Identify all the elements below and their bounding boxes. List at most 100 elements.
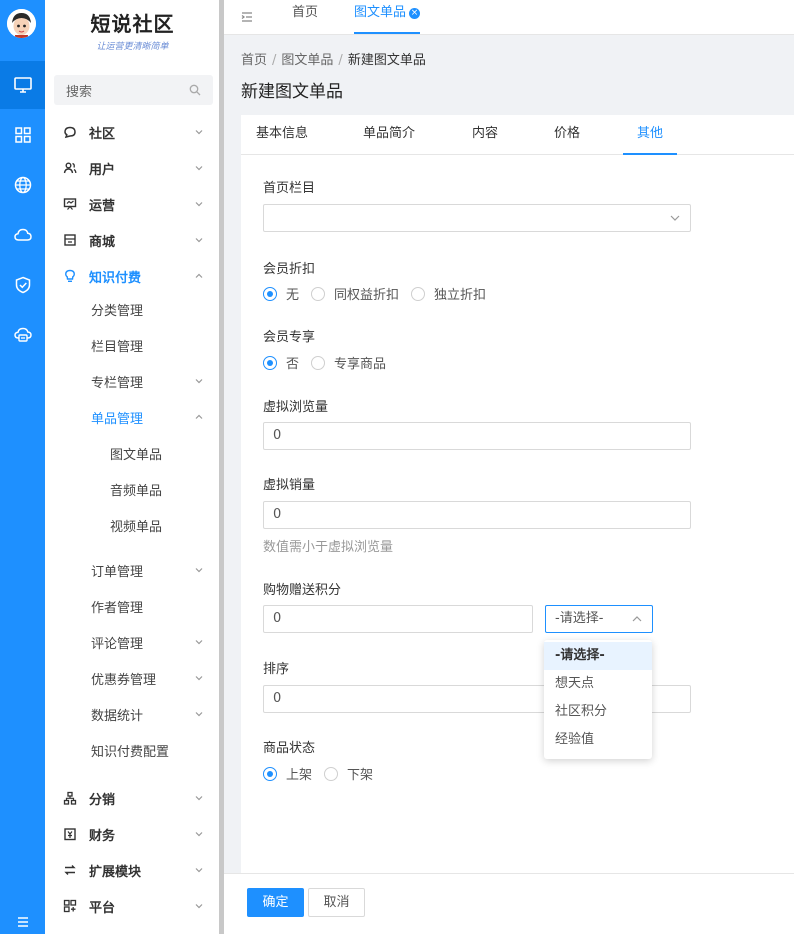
radio-option-independent-discount[interactable]: 独立折扣 — [411, 284, 486, 303]
menu-item-data-stats[interactable]: 数据统计 — [45, 696, 220, 732]
tab-price[interactable]: 价格 — [554, 115, 580, 155]
collapse-menu-icon[interactable] — [0, 910, 45, 934]
dropdown-option-placeholder[interactable]: -请选择- — [544, 642, 652, 670]
tab-bar: 首页 图文单品 × — [224, 0, 794, 35]
homepage-column-select[interactable] — [263, 204, 691, 232]
radio-label: 无 — [286, 288, 300, 303]
virtual-views-input[interactable]: 0 — [263, 422, 691, 450]
tab-content[interactable]: 内容 — [472, 115, 498, 155]
radio-checked[interactable] — [263, 766, 277, 781]
menu-item-video-single[interactable]: 视频单品 — [45, 507, 220, 543]
chevron-down-icon — [195, 904, 203, 909]
virtual-sales-label: 虚拟销量 — [263, 478, 316, 493]
breadcrumb-separator: / — [272, 53, 277, 68]
menu-scrollbar[interactable] — [219, 0, 224, 934]
radio-option-none[interactable]: 无 — [263, 284, 299, 303]
lightbulb-icon — [63, 269, 77, 283]
shield-check-icon[interactable] — [0, 261, 45, 309]
tab-graphic-single[interactable]: 图文单品 × — [354, 0, 421, 34]
breadcrumb-current: 新建图文单品 — [347, 53, 426, 68]
menu-item-coupon-mgmt[interactable]: 优惠券管理 — [45, 660, 220, 696]
tab-label: 首页 — [292, 5, 319, 20]
chevron-down-icon — [195, 868, 203, 873]
radio-option-same-discount[interactable]: 同权益折扣 — [311, 284, 399, 303]
breadcrumb-graphic-single[interactable]: 图文单品 — [281, 53, 333, 68]
chevron-up-icon — [195, 273, 203, 278]
status-radio-group: 上架 下架 — [263, 764, 385, 783]
menu-item-mall[interactable]: 商城 — [45, 222, 220, 258]
menu-item-comment-mgmt[interactable]: 评论管理 — [45, 624, 220, 660]
radio-label: 否 — [286, 357, 300, 372]
menu-item-knowledge-config[interactable]: 知识付费配置 — [45, 732, 220, 768]
radio-unchecked[interactable] — [311, 286, 326, 301]
menu-item-order-mgmt[interactable]: 订单管理 — [45, 552, 220, 588]
radio-option-off-shelf[interactable]: 下架 — [324, 764, 373, 783]
form-footer: 确定 取消 — [224, 873, 794, 934]
search-icon[interactable] — [189, 84, 201, 96]
monitor-icon[interactable] — [0, 61, 45, 109]
virtual-sales-input[interactable]: 0 — [263, 501, 691, 529]
avatar[interactable] — [7, 9, 36, 38]
menu-item-label: 社区 — [89, 126, 116, 142]
radio-unchecked[interactable] — [324, 766, 339, 781]
chevron-down-icon — [195, 568, 203, 573]
menu-item-label: 专栏管理 — [91, 375, 144, 391]
menu-item-users[interactable]: 用户 — [45, 150, 220, 186]
radio-checked[interactable] — [263, 286, 277, 301]
menu-item-distribution[interactable]: 分销 — [45, 780, 220, 816]
users-icon — [63, 161, 77, 175]
cancel-button[interactable]: 取消 — [308, 888, 365, 917]
dropdown-option-xiangtian-points[interactable]: 想天点 — [544, 670, 652, 698]
page-title: 新建图文单品 — [241, 82, 343, 102]
menu-item-audio-single[interactable]: 音频单品 — [45, 471, 220, 507]
tab-other[interactable]: 其他 — [623, 115, 677, 155]
tab-basic-info[interactable]: 基本信息 — [256, 115, 308, 155]
close-icon[interactable]: × — [409, 8, 421, 19]
globe-icon[interactable] — [0, 161, 45, 209]
radio-option-on-shelf[interactable]: 上架 — [263, 764, 312, 783]
menu-item-label: 商城 — [89, 234, 116, 250]
tab-intro[interactable]: 单品简介 — [363, 115, 415, 155]
menu-search-input[interactable]: 搜索 — [54, 75, 213, 105]
menu-item-category-mgmt[interactable]: 分类管理 — [45, 291, 220, 327]
menu-item-label: 评论管理 — [91, 636, 144, 652]
radio-option-no[interactable]: 否 — [263, 353, 299, 372]
menu-item-label: 图文单品 — [110, 447, 163, 463]
radio-option-exclusive[interactable]: 专享商品 — [311, 353, 386, 372]
cloud-server-icon[interactable] — [0, 311, 45, 359]
menu-item-author-mgmt[interactable]: 作者管理 — [45, 588, 220, 624]
menu-item-column-mgmt[interactable]: 栏目管理 — [45, 327, 220, 363]
grid-icon[interactable] — [0, 111, 45, 159]
radio-label: 上架 — [286, 768, 313, 783]
menu-item-finance[interactable]: 财务 — [45, 816, 220, 852]
tab-home[interactable]: 首页 — [292, 0, 318, 35]
cloud-icon[interactable] — [0, 211, 45, 259]
fold-menu-icon[interactable] — [240, 10, 254, 24]
radio-unchecked[interactable] — [311, 355, 326, 370]
confirm-button[interactable]: 确定 — [247, 888, 304, 917]
chevron-down-icon — [195, 130, 203, 135]
dropdown-option-experience[interactable]: 经验值 — [544, 726, 652, 754]
menu-item-label: 单品管理 — [91, 411, 144, 427]
menu-item-single-mgmt[interactable]: 单品管理 — [45, 399, 220, 435]
menu-item-label: 视频单品 — [110, 519, 163, 535]
points-type-select[interactable]: -请选择- — [545, 605, 653, 633]
menu-item-operations[interactable]: 运营 — [45, 186, 220, 222]
radio-checked[interactable] — [263, 355, 277, 370]
menu-item-platform[interactable]: 平台 — [45, 888, 220, 924]
menu-item-graphic-single[interactable]: 图文单品 — [45, 435, 220, 471]
menu-item-extensions[interactable]: 扩展模块 — [45, 852, 220, 888]
avatar-face-icon — [7, 9, 36, 38]
menu-item-knowledge-pay[interactable]: 知识付费 — [45, 258, 220, 294]
points-type-value: -请选择- — [555, 611, 604, 626]
dropdown-option-community-points[interactable]: 社区积分 — [544, 698, 652, 726]
menu-item-community[interactable]: 社区 — [45, 114, 220, 150]
breadcrumb-home[interactable]: 首页 — [241, 53, 267, 68]
purchase-points-input[interactable]: 0 — [263, 605, 533, 633]
chevron-down-icon — [670, 215, 680, 221]
presentation-icon — [63, 197, 77, 211]
menu-item-special-mgmt[interactable]: 专栏管理 — [45, 363, 220, 399]
member-exclusive-radio-group: 否 专享商品 — [263, 353, 398, 372]
menu-search-placeholder: 搜索 — [66, 84, 93, 100]
radio-unchecked[interactable] — [411, 286, 426, 301]
